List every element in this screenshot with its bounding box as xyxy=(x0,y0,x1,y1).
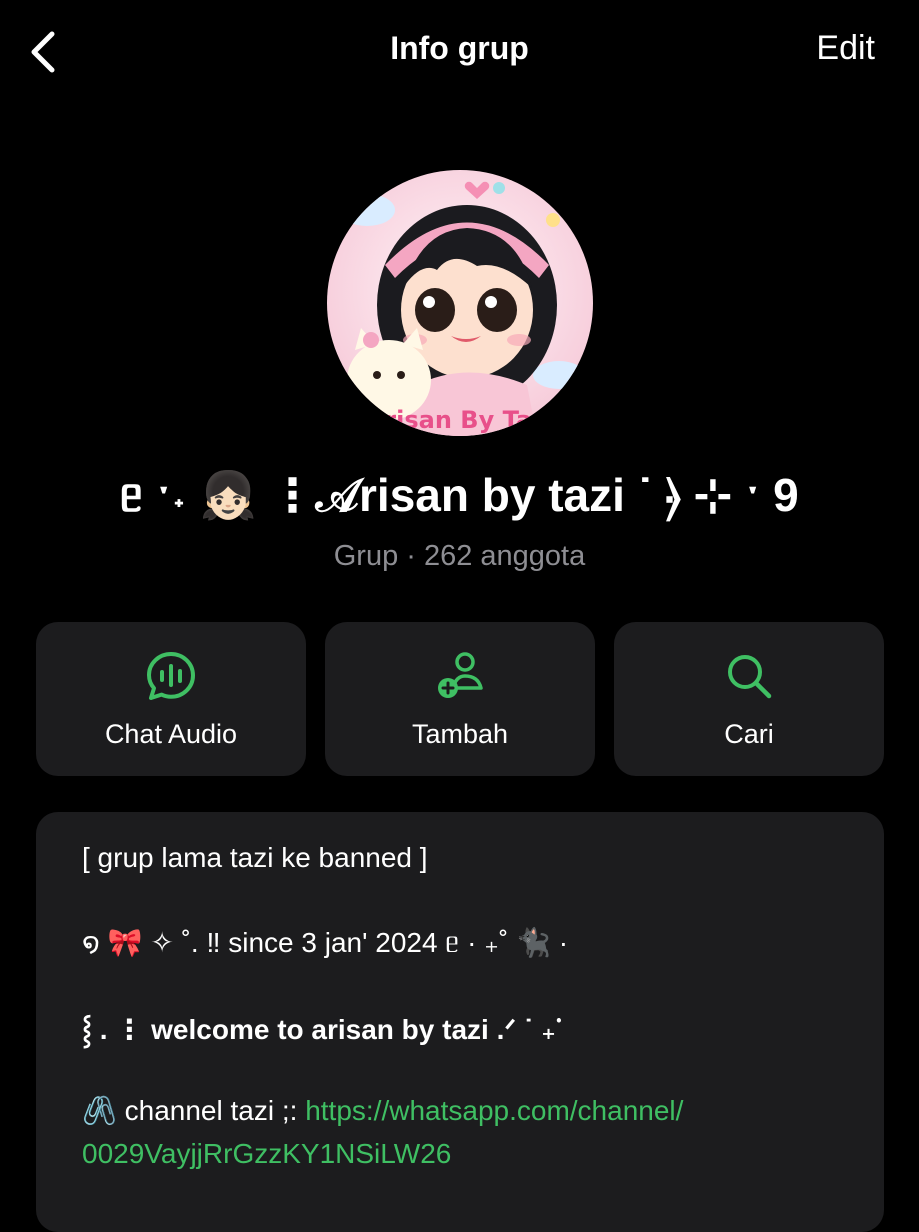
description-line-4: 🖇️ channel tazi ;: https://whatsapp.com/… xyxy=(82,1094,683,1127)
avatar-illustration: Arisan By Tazi xyxy=(327,170,593,436)
top-bar: Info grup Edit xyxy=(0,0,919,100)
channel-link-continued[interactable]: 0029VayjjRrGzzKY1NSiLW26 xyxy=(82,1138,451,1169)
channel-label: 🖇️ channel tazi ;: xyxy=(82,1095,306,1126)
group-name: ᥱ ˑ˖ 👧🏻 ⋮𝒜risan by tazi ˙ ⦒ ⊹ ˑ 9 xyxy=(120,469,799,521)
edit-button[interactable]: Edit xyxy=(816,29,875,68)
page-title: Info grup xyxy=(390,30,529,66)
description-line-5: 0029VayjjRrGzzKY1NSiLW26 xyxy=(82,1138,451,1170)
description-line-2: ໑ 🎀 ✧ ˚. ‼ since 3 jan' 2024 ᥱ · ₊˚ 🐈‍⬛ … xyxy=(82,927,569,958)
audio-chat-icon xyxy=(145,650,197,702)
chat-audio-button[interactable]: Chat Audio xyxy=(36,622,306,776)
add-member-button[interactable]: Tambah xyxy=(325,622,595,776)
search-icon xyxy=(723,650,775,702)
group-member-count: Grup · 262 anggota xyxy=(333,540,586,572)
description-line-3: ⸾ . ⋮ welcome to arisan by tazi .ᐟ ˙ ₊ᣟ xyxy=(82,1014,562,1045)
channel-link[interactable]: https://whatsapp.com/channel/ xyxy=(305,1095,683,1126)
description-line-1: [ grup lama tazi ke banned ] xyxy=(82,842,428,873)
search-button[interactable]: Cari xyxy=(614,622,884,776)
add-member-label: Tambah xyxy=(411,719,509,749)
add-person-icon xyxy=(434,650,486,702)
search-label: Cari xyxy=(724,719,774,749)
group-avatar[interactable]: Arisan By Tazi xyxy=(327,170,593,436)
group-description-card: [ grup lama tazi ke banned ] ໑ 🎀 ✧ ˚. ‼ … xyxy=(36,812,884,1232)
avatar-logo-text: Arisan By Tazi xyxy=(366,406,555,434)
chat-audio-label: Chat Audio xyxy=(104,719,238,749)
